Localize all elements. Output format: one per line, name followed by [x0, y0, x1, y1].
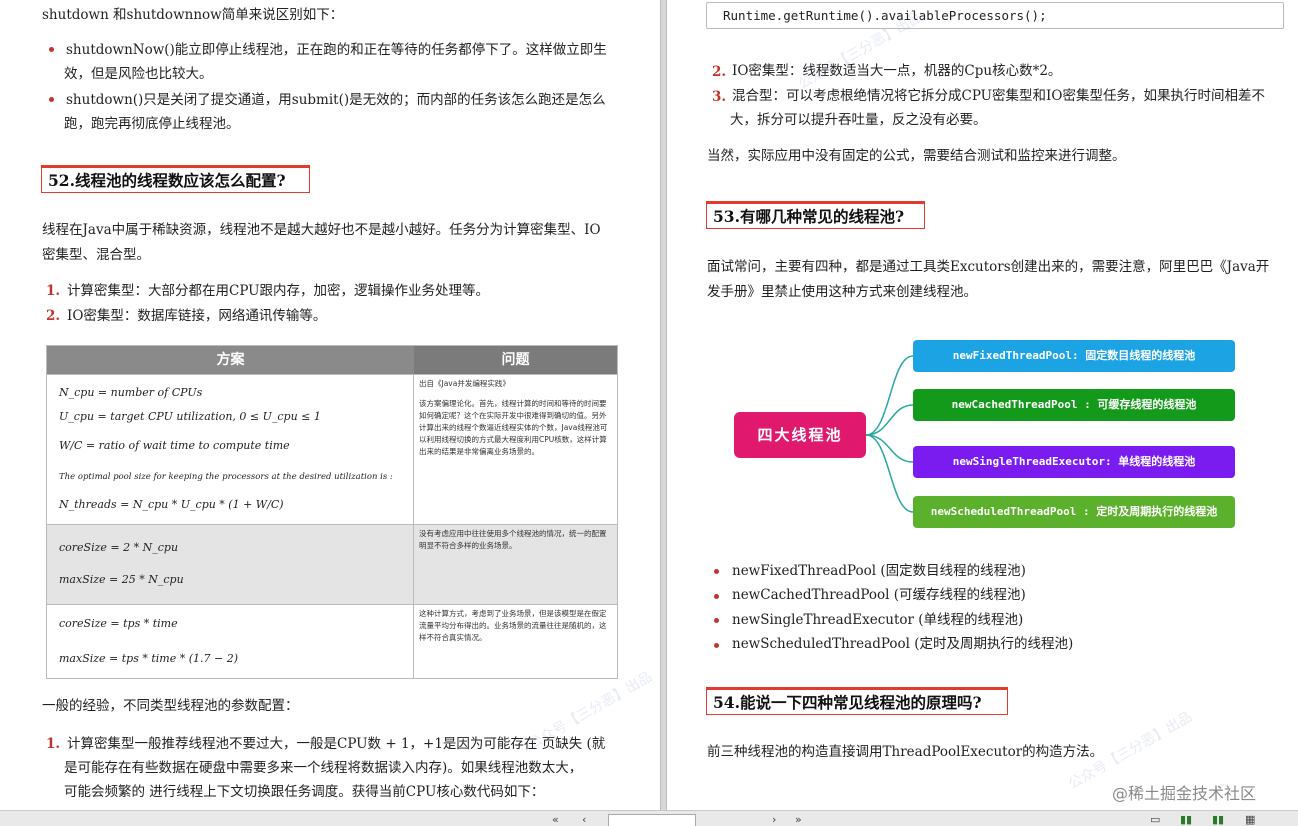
- para-52-line2: 密集型、混合型。: [42, 247, 150, 263]
- pool-list-item: newSingleThreadExecutor (单线程的线程池): [732, 612, 1024, 628]
- list-number: 2.: [712, 64, 727, 80]
- formula-wc: W/C = ratio of wait time to compute time: [59, 439, 290, 452]
- bullet-dot: [49, 97, 54, 102]
- bullet-dot: [714, 569, 719, 574]
- mindmap-leaf-fixed: newFixedThreadPool: 固定数目线程的线程池: [913, 340, 1235, 372]
- table-row: coreSize = tps * time maxSize = tps * ti…: [47, 604, 617, 679]
- pdf-toolbar: « ‹ › » ▭ ▮▮ ▮▮ ▦: [0, 810, 1298, 826]
- bullet-dot: [714, 643, 719, 648]
- io-item: IO密集型：线程数适当大一点，机器的Cpu核心数*2。: [732, 63, 1062, 79]
- exp1-line2: 是可能存在有些数据在硬盘中需要多来一个线程将数据读入内存)。如果线程池数太大，: [64, 760, 583, 776]
- table-header-problem: 问题: [414, 346, 617, 374]
- page-number-input[interactable]: [608, 814, 696, 826]
- continuous-icon[interactable]: ▮▮: [1212, 813, 1224, 826]
- bullet-dot: [714, 594, 719, 599]
- two-page-icon[interactable]: ▮▮: [1180, 813, 1192, 826]
- table-row: N_cpu = number of CPUs U_cpu = target CP…: [47, 374, 617, 524]
- back-icon[interactable]: ‹: [582, 813, 586, 826]
- formula-maxsize: maxSize = 25 * N_cpu: [59, 573, 184, 586]
- exp1-line3: 可能会频繁的 进行线程上下文切换跟任务调度。获得当前CPU核心数代码如下：: [64, 784, 545, 800]
- para-54: 前三种线程池的构造直接调用ThreadPoolExecutor的构造方法。: [707, 744, 1104, 760]
- code-block: Runtime.getRuntime().availableProcessors…: [706, 2, 1284, 29]
- bullet-shutdown-line1: shutdown()只是关闭了提交通道，用submit()是无效的；而内部的任务…: [66, 92, 606, 108]
- next-page-icon[interactable]: »: [795, 813, 802, 826]
- para-53-line2: 发手册》里禁止使用这种方式来创建线程池。: [707, 284, 977, 300]
- site-watermark: @稀土掘金技术社区: [1112, 784, 1257, 803]
- pool-list-item: newScheduledThreadPool (定时及周期执行的线程池): [732, 636, 1074, 652]
- pool-list-item: newFixedThreadPool (固定数目线程的线程池): [732, 563, 1026, 579]
- heading-54: 54.能说一下四种常见线程池的原理吗?: [706, 687, 1008, 715]
- heading-53: 53.有哪几种常见的线程池?: [706, 201, 925, 229]
- formula-maxsize-tps: maxSize = tps * time * (1.7 − 2): [59, 652, 239, 665]
- table-cell-formula: N_cpu = number of CPUs U_cpu = target CP…: [47, 375, 414, 524]
- type-io: IO密集型：数据库链接，网络通讯传输等。: [67, 308, 327, 324]
- bullet-dot: [49, 47, 54, 52]
- bullet-shutdownnow-line2: 效，但是风险也比较大。: [64, 66, 213, 82]
- table-cell-formula: coreSize = 2 * N_cpu maxSize = 25 * N_cp…: [47, 525, 414, 604]
- prev-page-icon[interactable]: «: [552, 813, 559, 826]
- left-page: shutdown 和shutdownnow简单来说区别如下： shutdownN…: [0, 0, 660, 810]
- formula-ncpu: N_cpu = number of CPUs: [59, 386, 203, 399]
- note-paragraph: 当然，实际应用中没有固定的公式，需要结合测试和监控来进行调整。: [707, 148, 1126, 164]
- table-cell-note: 这种计算方式，考虑到了业务场景，但是该模型是在假定流量平均分布得出的。业务场景的…: [415, 605, 617, 679]
- thread-pool-mindmap: 四大线程池 newFixedThreadPool: 固定数目线程的线程池 new…: [720, 335, 1250, 540]
- bullet-dot: [714, 618, 719, 623]
- formula-coresize-tps: coreSize = tps * time: [59, 617, 178, 630]
- note-source: 出自《Java并发编程实践》: [419, 379, 510, 388]
- table-row: coreSize = 2 * N_cpu maxSize = 25 * N_cp…: [47, 524, 617, 604]
- para-52-line1: 线程在Java中属于稀缺资源，线程池不是越大越好也不是越小越好。任务分为计算密集…: [42, 222, 601, 238]
- thread-count-formula-table: 方案 问题 N_cpu = number of CPUs U_cpu = tar…: [46, 345, 618, 679]
- mixed-item-line2: 大，拆分可以提升吞吐量，反之没有必要。: [730, 112, 987, 128]
- pool-list-item: newCachedThreadPool (可缓存线程的线程池): [732, 587, 1026, 603]
- type-compute: 计算密集型：大部分都在用CPU跟内存，加密，逻辑操作业务处理等。: [67, 283, 490, 299]
- note-text: 这种计算方式，考虑到了业务场景，但是该模型是在假定流量平均分布得出的。业务场景的…: [419, 609, 607, 642]
- grid-view-icon[interactable]: ▦: [1245, 813, 1255, 826]
- heading-52: 52.线程池的线程数应该怎么配置?: [41, 165, 310, 193]
- table-cell-formula: coreSize = tps * time maxSize = tps * ti…: [47, 605, 414, 679]
- mindmap-leaf-single: newSingleThreadExecutor: 单线程的线程池: [913, 446, 1235, 478]
- para-53-line1: 面试常问，主要有四种，都是通过工具类Excutors创建出来的，需要注意，阿里巴…: [707, 259, 1270, 275]
- formula-desc: The optimal pool size for keeping the pr…: [59, 472, 393, 482]
- table-cell-note: 出自《Java并发编程实践》 该方案偏理论化。首先，线程计算的时间和等待的时间要…: [415, 375, 617, 524]
- single-page-icon[interactable]: ▭: [1150, 813, 1160, 826]
- bullet-shutdown-line2: 跑，跑完再彻底停止线程池。: [64, 116, 240, 132]
- formula-coresize: coreSize = 2 * N_cpu: [59, 541, 179, 554]
- note-text: 该方案偏理论化。首先，线程计算的时间和等待的时间要如何确定呢？这个在实际开发中很…: [419, 399, 608, 456]
- mindmap-leaf-cached: newCachedThreadPool : 可缓存线程的线程池: [913, 389, 1235, 421]
- list-number: 2.: [46, 308, 61, 324]
- formula-nthreads: N_threads = N_cpu * U_cpu * (1 + W/C): [59, 498, 284, 511]
- shutdown-intro: shutdown 和shutdownnow简单来说区别如下：: [42, 7, 344, 23]
- mindmap-leaf-scheduled: newScheduledThreadPool : 定时及周期执行的线程池: [913, 496, 1235, 528]
- mindmap-center-node: 四大线程池: [734, 412, 866, 458]
- table-cell-note: 没有考虑应用中往往使用多个线程池的情况，统一的配置明显不符合多样的业务场景。: [415, 525, 617, 604]
- page-divider: [660, 0, 667, 826]
- list-number: 1.: [46, 736, 61, 752]
- list-number: 1.: [46, 283, 61, 299]
- experience-heading: 一般的经验，不同类型线程池的参数配置：: [42, 698, 299, 714]
- list-number: 3.: [712, 89, 727, 105]
- table-header-plan: 方案: [47, 346, 414, 374]
- bullet-shutdownnow-line1: shutdownNow()能立即停止线程池，正在跑的和正在等待的任务都停下了。这…: [66, 42, 607, 58]
- note-text: 没有考虑应用中往往使用多个线程池的情况，统一的配置明显不符合多样的业务场景。: [419, 529, 607, 550]
- forward-icon[interactable]: ›: [772, 813, 776, 826]
- formula-ucpu: U_cpu = target CPU utilization, 0 ≤ U_cp…: [59, 410, 321, 423]
